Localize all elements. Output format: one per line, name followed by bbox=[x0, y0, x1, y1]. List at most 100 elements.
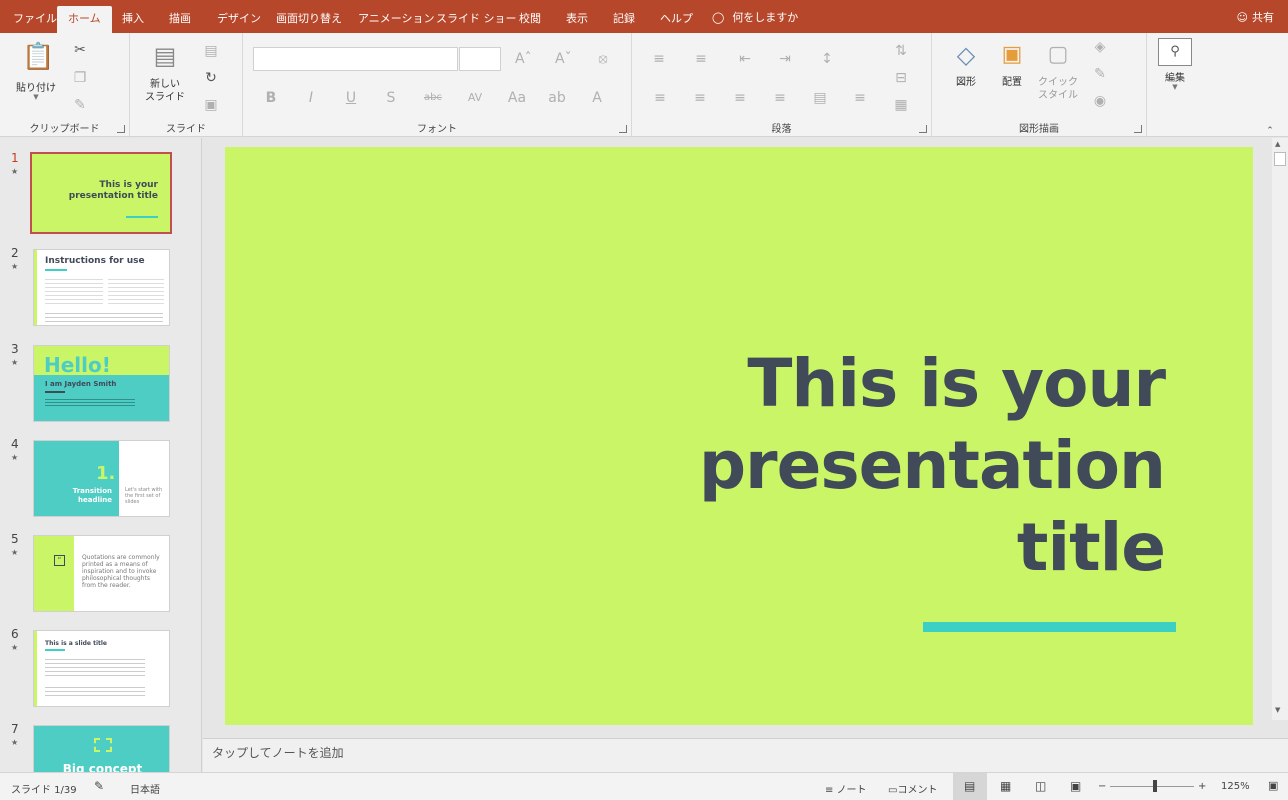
smartart-icon[interactable]: ▦ bbox=[892, 97, 910, 113]
bullets-icon[interactable]: ≡ bbox=[650, 51, 668, 67]
notes-toggle-label: ノート bbox=[836, 785, 867, 796]
quick-styles-icon[interactable]: ▢ bbox=[1044, 41, 1072, 69]
reset-icon[interactable]: ↻ bbox=[202, 70, 220, 86]
fit-to-window-icon[interactable]: ▣ bbox=[1268, 779, 1278, 792]
change-case-icon[interactable]: Aa bbox=[505, 90, 529, 106]
thumbnail-slide-6[interactable]: This is a slide title bbox=[33, 630, 170, 707]
font-size-input[interactable] bbox=[459, 47, 501, 71]
clipboard-launcher-icon[interactable] bbox=[117, 125, 125, 133]
zoom-out-icon[interactable]: − bbox=[1098, 781, 1106, 792]
scrollbar-thumb[interactable] bbox=[1274, 152, 1286, 166]
align-right-icon[interactable]: ≡ bbox=[732, 90, 748, 106]
align-center-icon[interactable]: ≡ bbox=[692, 90, 708, 106]
font-name-input[interactable] bbox=[253, 47, 458, 71]
text-direction-icon[interactable]: ⇅ bbox=[892, 43, 910, 59]
editing-dropdown-icon[interactable]: ▼ bbox=[1169, 83, 1181, 91]
tab-help[interactable]: ヘルプ bbox=[649, 6, 704, 33]
strikethrough-icon[interactable]: abc bbox=[423, 90, 443, 106]
spellcheck-icon[interactable]: ✎ bbox=[94, 779, 104, 793]
font-launcher-icon[interactable] bbox=[619, 125, 627, 133]
font-color-icon[interactable]: A bbox=[589, 90, 605, 106]
notes-toggle[interactable]: ≡ ノート bbox=[825, 781, 867, 796]
paragraph-launcher-icon[interactable] bbox=[919, 125, 927, 133]
tab-view[interactable]: 表示 bbox=[555, 6, 599, 33]
cut-icon[interactable]: ✂ bbox=[72, 42, 88, 58]
slide-title[interactable]: This is your presentation title bbox=[465, 343, 1166, 589]
zoom-slider-thumb[interactable] bbox=[1153, 780, 1157, 792]
section-icon[interactable]: ▣ bbox=[202, 97, 220, 113]
justify-icon[interactable]: ≡ bbox=[772, 90, 788, 106]
slide-title-line: presentation bbox=[698, 427, 1166, 504]
zoom-in-icon[interactable]: + bbox=[1198, 781, 1206, 792]
arrange-icon[interactable]: ▣ bbox=[998, 41, 1026, 69]
paste-icon[interactable]: 📋 bbox=[22, 41, 54, 73]
clear-format-icon[interactable]: ⦻ bbox=[595, 51, 611, 67]
current-slide[interactable]: This is your presentation title bbox=[225, 147, 1253, 725]
scroll-down-icon[interactable]: ▼ bbox=[1275, 706, 1280, 714]
decrease-font-icon[interactable]: Aˇ bbox=[555, 51, 572, 67]
thumbnail-slide-1[interactable]: This is your presentation title bbox=[30, 152, 172, 234]
format-painter-icon[interactable]: ✎ bbox=[72, 97, 88, 113]
collapse-ribbon-icon[interactable]: ⌃ bbox=[1264, 123, 1276, 139]
new-slide-icon[interactable]: ▤ bbox=[150, 41, 180, 71]
reading-view-icon[interactable]: ◫ bbox=[1035, 779, 1046, 793]
tab-home[interactable]: ホーム bbox=[57, 6, 112, 33]
slideshow-icon[interactable]: ▣ bbox=[1070, 779, 1081, 793]
distribute-icon[interactable]: ≡ bbox=[852, 90, 868, 106]
shape-outline-icon[interactable]: ✎ bbox=[1092, 66, 1108, 82]
italic-icon[interactable]: I bbox=[303, 90, 319, 106]
paste-dropdown-icon[interactable]: ▼ bbox=[30, 93, 42, 101]
zoom-level[interactable]: 125% bbox=[1221, 781, 1250, 792]
tab-design[interactable]: デザイン bbox=[206, 6, 272, 33]
shapes-icon[interactable]: ◇ bbox=[952, 41, 980, 69]
line-spacing-icon[interactable]: ↕ bbox=[818, 51, 836, 67]
thumbnail-slide-7[interactable]: Big concept bbox=[33, 725, 170, 772]
copy-icon[interactable]: ❐ bbox=[72, 70, 88, 86]
thumbnail-slide-2[interactable]: Instructions for use bbox=[33, 249, 170, 326]
numbering-icon[interactable]: ≡ bbox=[692, 51, 710, 67]
scroll-up-icon[interactable]: ▲ bbox=[1275, 140, 1280, 148]
paste-button[interactable]: 貼り付け bbox=[12, 79, 60, 94]
increase-font-icon[interactable]: Aˆ bbox=[515, 51, 532, 67]
slide-sorter-icon[interactable]: ▦ bbox=[1000, 779, 1011, 793]
find-icon[interactable]: ⚲ bbox=[1158, 38, 1192, 66]
new-slide-label-2[interactable]: スライド bbox=[140, 88, 190, 103]
tab-draw[interactable]: 描画 bbox=[158, 6, 202, 33]
tab-insert[interactable]: 挿入 bbox=[111, 6, 155, 33]
thumbnail-slide-3[interactable]: Hello! I am Jayden Smith bbox=[33, 345, 170, 422]
vertical-scrollbar[interactable]: ▲ ▼ bbox=[1272, 138, 1288, 720]
drawing-launcher-icon[interactable] bbox=[1134, 125, 1142, 133]
tell-me-box[interactable]: ◯ 何をしますか bbox=[712, 9, 798, 25]
notes-pane[interactable]: タップしてノートを追加 bbox=[203, 738, 1288, 772]
comments-toggle[interactable]: ▭コメント bbox=[888, 781, 937, 796]
shadow-icon[interactable]: S bbox=[383, 90, 399, 106]
thumbnail-title: Instructions for use bbox=[45, 256, 145, 266]
shape-fill-icon[interactable]: ◈ bbox=[1092, 39, 1108, 55]
align-left-icon[interactable]: ≡ bbox=[652, 90, 668, 106]
animation-star-icon: ★ bbox=[11, 453, 19, 462]
increase-indent-icon[interactable]: ⇥ bbox=[776, 51, 794, 67]
thumbnail-number: 2 bbox=[11, 246, 19, 260]
char-spacing-icon[interactable]: AV bbox=[463, 90, 487, 106]
tab-review[interactable]: 校閲 bbox=[508, 6, 552, 33]
editing-button[interactable]: 編集 bbox=[1155, 69, 1195, 84]
tab-transitions[interactable]: 画面切り替え bbox=[265, 6, 353, 33]
underline-icon[interactable]: U bbox=[343, 90, 359, 106]
share-button[interactable]: ☺ 共有 bbox=[1237, 9, 1274, 25]
zoom-slider[interactable] bbox=[1110, 786, 1194, 787]
highlight-icon[interactable]: ab bbox=[545, 90, 569, 106]
thumbnail-slide-5[interactable]: “ Quotations are commonly printed as a m… bbox=[33, 535, 170, 612]
tab-record[interactable]: 記録 bbox=[602, 6, 646, 33]
language-indicator[interactable]: 日本語 bbox=[130, 781, 160, 796]
bold-icon[interactable]: B bbox=[263, 90, 279, 106]
layout-icon[interactable]: ▤ bbox=[202, 43, 220, 59]
align-text-icon[interactable]: ⊟ bbox=[892, 70, 910, 86]
thumbnail-slide-4[interactable]: 1. Transition headline Let's start with … bbox=[33, 440, 170, 517]
decrease-indent-icon[interactable]: ⇤ bbox=[736, 51, 754, 67]
quick-styles-label-2[interactable]: スタイル bbox=[1036, 86, 1080, 101]
shapes-button[interactable]: 図形 bbox=[946, 73, 986, 88]
arrange-button[interactable]: 配置 bbox=[992, 73, 1032, 88]
thumbnail-number: 6 bbox=[11, 627, 19, 641]
columns-icon[interactable]: ▤ bbox=[812, 90, 828, 106]
shape-effects-icon[interactable]: ◉ bbox=[1092, 93, 1108, 109]
